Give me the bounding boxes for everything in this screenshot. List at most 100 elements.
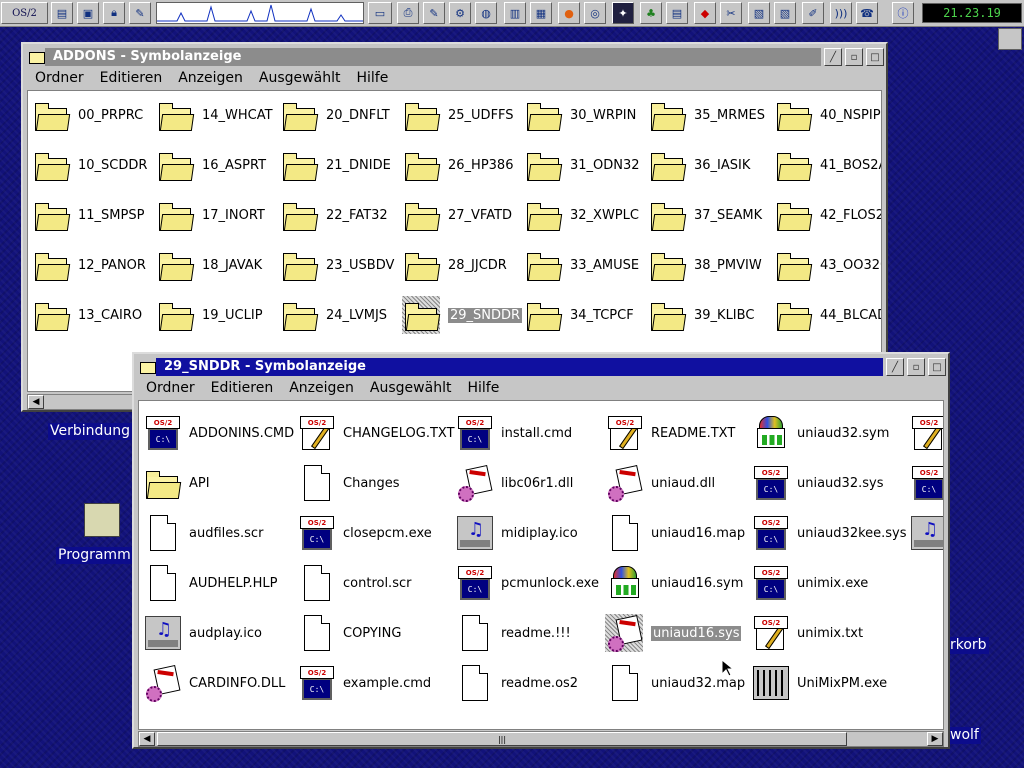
file-item[interactable]: UniMixPM.exe xyxy=(751,663,887,703)
maximize-button[interactable]: □ xyxy=(928,358,946,376)
menu-ordner[interactable]: Ordner xyxy=(35,70,84,86)
file-item-partial[interactable]: OS/2 xyxy=(909,413,943,453)
lifebuoy-icon[interactable]: ◍ xyxy=(475,2,497,24)
folder-item[interactable]: 43_OO320 xyxy=(774,245,881,285)
menu-editieren[interactable]: Editieren xyxy=(211,380,274,396)
file-item[interactable]: OS/2 README.TXT xyxy=(605,413,735,453)
file-item[interactable]: libc06r1.dll xyxy=(455,463,573,503)
folder-item[interactable]: 33_AMUSE xyxy=(524,245,639,285)
archive2-icon[interactable]: ▧ xyxy=(774,2,796,24)
tools-icon[interactable]: ✂ xyxy=(720,2,742,24)
menu-ordner[interactable]: Ordner xyxy=(146,380,195,396)
desktop-label-verbindung[interactable]: Verbindung xyxy=(48,423,133,440)
disk-icon[interactable]: ◎ xyxy=(584,2,606,24)
firefox-icon[interactable]: ● xyxy=(558,2,580,24)
restore-button[interactable]: ▫ xyxy=(907,358,925,376)
scroll-thumb[interactable]: ||| xyxy=(157,732,847,746)
folder-item[interactable]: 16_ASPRT xyxy=(156,145,266,185)
archive-icon[interactable]: ▧ xyxy=(748,2,770,24)
calendar-icon[interactable]: ▦ xyxy=(530,2,552,24)
folder-item[interactable]: 00_PRPRC xyxy=(32,95,143,135)
folder-item[interactable]: 35_MRMES xyxy=(648,95,765,135)
file-item[interactable]: C:\ OS/2 install.cmd xyxy=(455,413,572,453)
menu-editieren[interactable]: Editieren xyxy=(100,70,163,86)
menu-hilfe[interactable]: Hilfe xyxy=(356,70,388,86)
menu-anzeigen[interactable]: Anzeigen xyxy=(289,380,354,396)
folder-item[interactable]: 20_DNFLT xyxy=(280,95,390,135)
file-item[interactable]: readme.!!! xyxy=(455,613,571,653)
folder-item[interactable]: 19_UCLIP xyxy=(156,295,263,335)
folder-item[interactable]: 24_LVMJS xyxy=(280,295,387,335)
file-item-partial[interactable]: ♫ xyxy=(909,513,943,553)
file-item[interactable]: API xyxy=(143,463,210,503)
folder-item[interactable]: 11_SMPSP xyxy=(32,195,144,235)
file-item[interactable]: AUDHELP.HLP xyxy=(143,563,277,603)
menu-ausgewaehlt[interactable]: Ausgewählt xyxy=(259,70,341,86)
file-item[interactable]: C:\ OS/2 ADDONINS.CMD xyxy=(143,413,294,453)
folder-item[interactable]: 12_PANOR xyxy=(32,245,146,285)
tree-icon[interactable]: ♣ xyxy=(640,2,662,24)
phone-icon[interactable]: ☎ xyxy=(856,2,878,24)
scroll-right-arrow[interactable]: ▶ xyxy=(927,732,943,746)
file-item[interactable]: uniaud.dll xyxy=(605,463,715,503)
folder-icon[interactable] xyxy=(140,360,156,374)
folder-item[interactable]: 26_HP386 xyxy=(402,145,513,185)
restore-button[interactable]: ▫ xyxy=(845,48,863,66)
folder-item[interactable]: 37_SEAMK xyxy=(648,195,762,235)
scroll-grip-icon[interactable] xyxy=(998,28,1022,50)
folder-icon[interactable]: ▥ xyxy=(504,2,526,24)
file-item[interactable]: C:\ OS/2 unimix.exe xyxy=(751,563,868,603)
file-item-partial[interactable]: C:\ OS/2 xyxy=(909,463,943,503)
folder-item[interactable]: 27_VFATD xyxy=(402,195,512,235)
folder-item[interactable]: 23_USBDV xyxy=(280,245,394,285)
menu-ausgewaehlt[interactable]: Ausgewählt xyxy=(370,380,452,396)
os2-logo[interactable]: OS/2 xyxy=(1,2,48,24)
programm-icon[interactable] xyxy=(84,503,120,537)
folder-item[interactable]: 30_WRPIN xyxy=(524,95,636,135)
folder-item[interactable]: 13_CAIRO xyxy=(32,295,142,335)
folder-item[interactable]: 40_NSPIP xyxy=(774,95,881,135)
file-item[interactable]: CARDINFO.DLL xyxy=(143,663,285,703)
drives-icon[interactable]: ▤ xyxy=(51,2,73,24)
file-item[interactable]: ♫ midiplay.ico xyxy=(455,513,578,553)
speaker-icon[interactable]: ))) xyxy=(830,2,852,24)
file-item[interactable]: OS/2 unimix.txt xyxy=(751,613,863,653)
snddr-titlebar[interactable]: 29_SNDDR - Symbolanzeige ╱ ▫ □ xyxy=(136,356,946,378)
snddr-hscrollbar[interactable]: ◀ ||| ▶ xyxy=(138,731,944,747)
file-item[interactable]: C:\ OS/2 pcmunlock.exe xyxy=(455,563,599,603)
folder-item[interactable]: 14_WHCAT xyxy=(156,95,273,135)
folder-item[interactable]: 29_SNDDR xyxy=(402,295,523,335)
hide-button[interactable]: ╱ xyxy=(886,358,904,376)
desktop-label-programm[interactable]: Programm xyxy=(56,547,133,564)
folder-item[interactable]: 28_JJCDR xyxy=(402,245,507,285)
pen-icon[interactable]: ✎ xyxy=(129,2,151,24)
addons-titlebar[interactable]: ADDONS - Symbolanzeige ╱ ▫ □ xyxy=(25,46,884,68)
warp-icon[interactable]: ◆ xyxy=(694,2,716,24)
menu-hilfe[interactable]: Hilfe xyxy=(467,380,499,396)
file-item[interactable]: uniaud16.sys xyxy=(605,613,742,653)
file-item[interactable]: COPYING xyxy=(297,613,401,653)
desktop-label-rkorb[interactable]: rkorb xyxy=(948,637,989,654)
folder-item[interactable]: 41_BOS2A xyxy=(774,145,881,185)
file-item[interactable]: C:\ OS/2 uniaud32.sys xyxy=(751,463,883,503)
hide-button[interactable]: ╱ xyxy=(824,48,842,66)
notepad-icon[interactable]: ✎ xyxy=(423,2,445,24)
settings-icon[interactable]: ⚙ xyxy=(449,2,471,24)
folder-item[interactable]: 22_FAT32 xyxy=(280,195,388,235)
folder-icon[interactable] xyxy=(29,50,45,64)
folder-item[interactable]: 42_FLOS2 xyxy=(774,195,881,235)
paint-icon[interactable]: ✐ xyxy=(802,2,824,24)
folder-item[interactable]: 21_DNIDE xyxy=(280,145,391,185)
scroll-left-arrow[interactable]: ◀ xyxy=(28,395,44,409)
scroll-left-arrow[interactable]: ◀ xyxy=(139,732,155,746)
lock-icon[interactable]: 🔒︎ xyxy=(103,2,125,24)
file-item[interactable]: uniaud32.sym xyxy=(751,413,889,453)
windows-icon[interactable]: ▣ xyxy=(77,2,99,24)
folder-item[interactable]: 32_XWPLC xyxy=(524,195,639,235)
folder-item[interactable]: 39_KLIBC xyxy=(648,295,754,335)
file-item[interactable]: ♫ audplay.ico xyxy=(143,613,262,653)
folder-item[interactable]: 17_INORT xyxy=(156,195,265,235)
folder-item[interactable]: 36_IASIK xyxy=(648,145,750,185)
folder-item[interactable]: 34_TCPCF xyxy=(524,295,634,335)
info-icon[interactable]: ⓘ xyxy=(892,2,914,24)
